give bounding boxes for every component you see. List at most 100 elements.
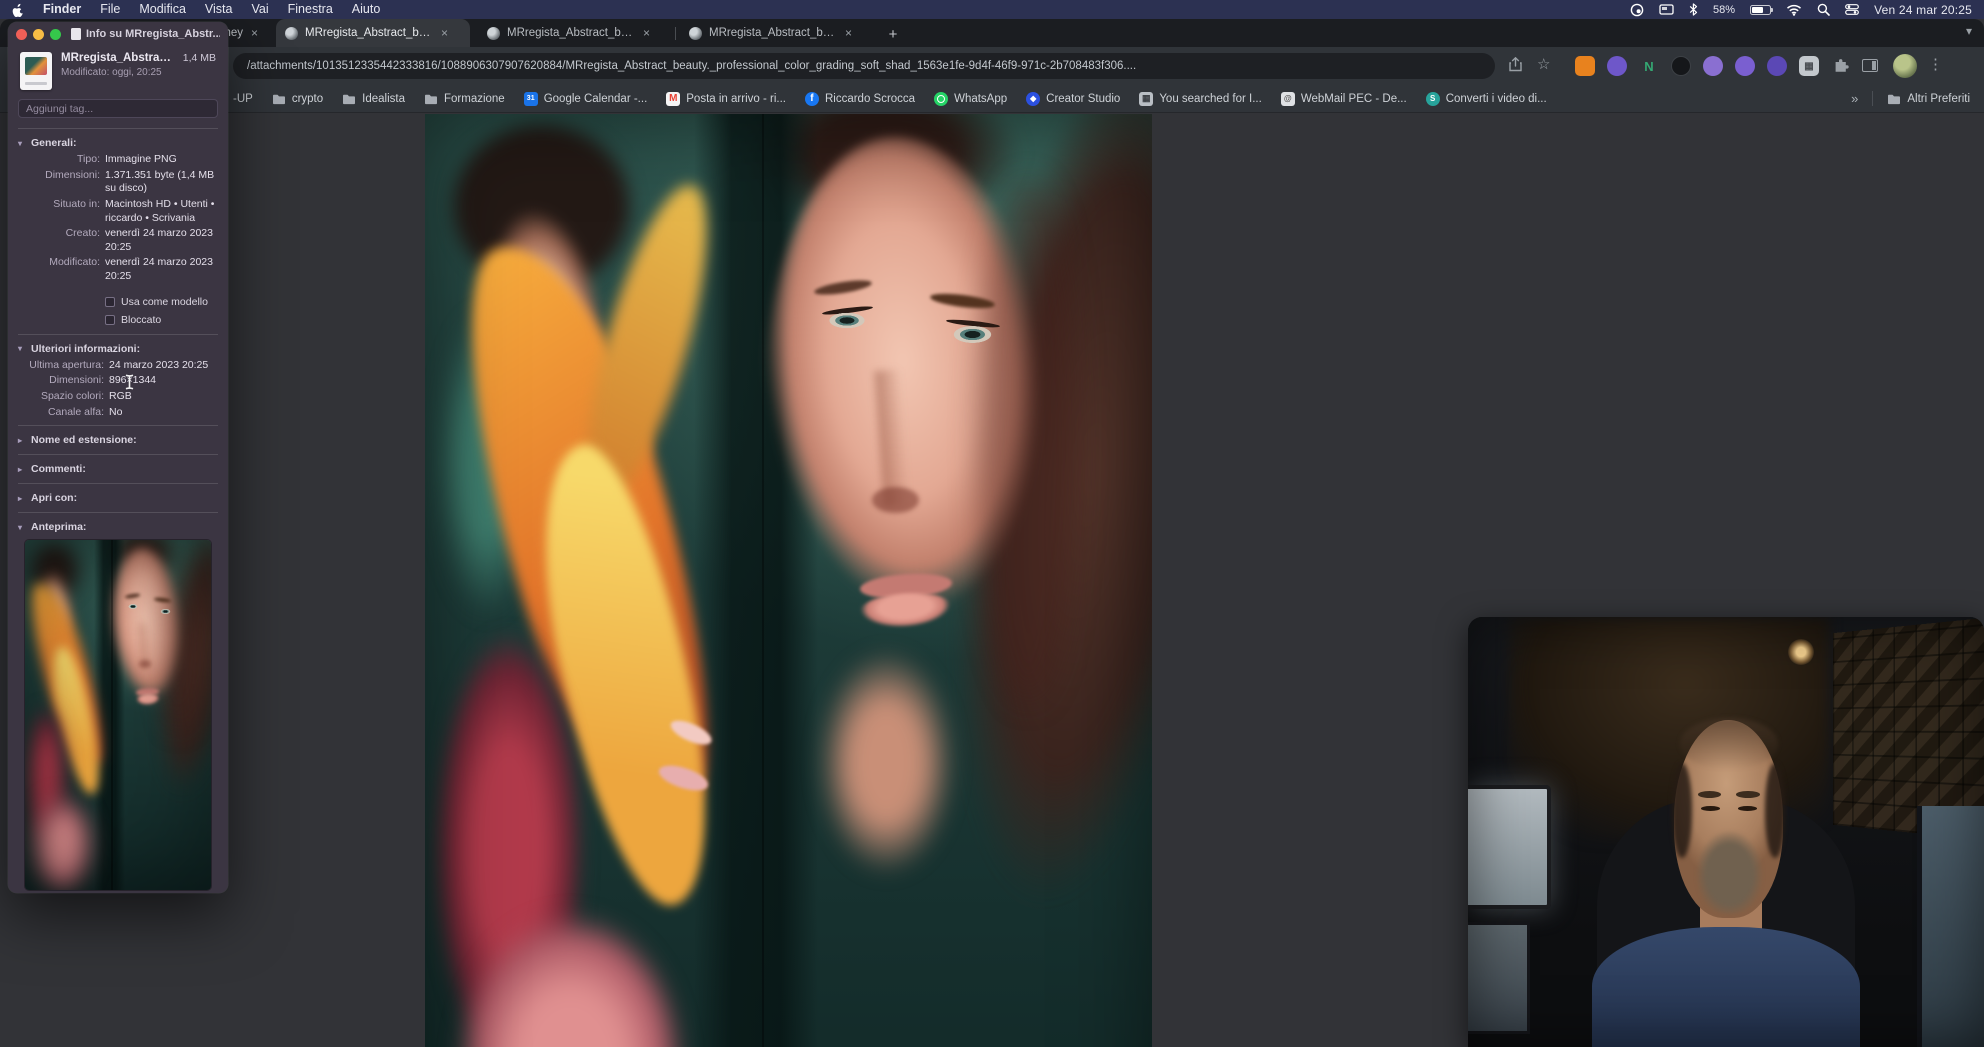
checkbox[interactable] (105, 314, 115, 325)
info-window-title: Info su MRregista_Abstr... (71, 28, 220, 40)
info-window-titlebar[interactable]: Info su MRregista_Abstr... (8, 22, 228, 46)
tab-label: MRregista_Abstract_beauty._ (507, 27, 635, 39)
checkbox-usa-come-modello[interactable]: Usa come modello (105, 296, 228, 308)
side-panel-icon[interactable] (1862, 59, 1878, 72)
extension-n-icon[interactable]: N (1639, 56, 1659, 76)
tab-close-icon[interactable]: × (440, 26, 449, 40)
tab-favicon (689, 26, 702, 40)
bookmark-webmail-pec[interactable]: @ WebMail PEC - De... (1280, 91, 1407, 106)
battery-icon[interactable] (1750, 4, 1774, 15)
tab-close-icon[interactable]: × (250, 26, 259, 40)
extension-blob-icon[interactable] (1767, 56, 1787, 76)
row-value: RGB (109, 390, 132, 403)
apple-menu-icon[interactable] (12, 3, 24, 17)
extension-cloud-icon[interactable] (1735, 56, 1755, 76)
menu-finder[interactable]: Finder (43, 0, 81, 19)
extension-metamask-icon[interactable] (1575, 56, 1595, 76)
close-button[interactable] (16, 28, 27, 40)
section-apri-con[interactable]: ▸ Apri con: (8, 489, 228, 507)
bookmark-other-favorites[interactable]: Altri Preferiti (1887, 92, 1970, 106)
extensions-puzzle-icon[interactable] (1833, 58, 1849, 74)
section-label: Apri con: (31, 492, 78, 505)
file-size: 1,4 MB (182, 52, 216, 64)
bluetooth-icon[interactable] (1689, 3, 1698, 16)
divider (18, 483, 218, 485)
divider (1872, 91, 1874, 106)
control-center-icon[interactable] (1845, 4, 1859, 15)
extension-dark-icon[interactable] (1671, 56, 1691, 76)
profile-avatar[interactable] (1893, 54, 1917, 78)
bookmark-folder-crypto[interactable]: crypto (272, 92, 323, 106)
tab-3[interactable]: MRregista_Abstract_beauty._ × (680, 19, 874, 47)
bookmark-item[interactable]: -UP (233, 93, 253, 105)
minimize-button[interactable] (33, 28, 44, 40)
info-window-title-text: Info su MRregista_Abstr... (86, 28, 220, 40)
zoom-button[interactable] (50, 28, 61, 40)
bookmark-whatsapp[interactable]: WhatsApp (934, 91, 1007, 106)
menu-vai[interactable]: Vai (251, 0, 268, 19)
webmail-icon: @ (1280, 91, 1295, 106)
extension-key-icon[interactable] (1703, 56, 1723, 76)
address-bar[interactable] (233, 53, 1495, 79)
bookmark-label: Idealista (362, 92, 405, 105)
row-value: 1.371.351 byte (1,4 MB su disco) (105, 168, 215, 195)
chevron-right-icon: ▸ (18, 493, 23, 503)
row-label: Spazio colori: (40, 390, 104, 403)
extension-grid-icon[interactable]: ▦ (1799, 56, 1819, 76)
chevron-down-icon: ▾ (18, 522, 23, 532)
checkbox[interactable] (105, 296, 115, 307)
bookmark-label: Converti i video di... (1445, 92, 1547, 105)
record-status-icon[interactable] (1630, 3, 1644, 17)
section-anteprima[interactable]: ▾ Anteprima: (8, 518, 228, 536)
tab-active[interactable]: MRregista_Abstract_beauty._ × (276, 19, 470, 47)
battery-percent: 58% (1713, 3, 1736, 16)
menu-aiuto[interactable]: Aiuto (352, 0, 381, 19)
checkbox-bloccato[interactable]: Bloccato (105, 314, 228, 326)
bookmark-star-icon[interactable]: ☆ (1537, 56, 1550, 74)
share-icon[interactable] (1509, 57, 1522, 72)
row-label: Modificato: (49, 256, 100, 269)
finder-info-window: Info su MRregista_Abstr... MRregista_Abs… (8, 22, 228, 893)
preview-artwork (25, 540, 211, 891)
row-label: Dimensioni: (45, 168, 100, 181)
bookmark-search-result[interactable]: ▦ You searched for I... (1139, 91, 1262, 106)
folder-icon (272, 92, 286, 106)
info-row: Dimensioni: 1.371.351 byte (1,4 MB su di… (8, 168, 228, 197)
menu-vista[interactable]: Vista (205, 0, 233, 19)
info-row: Canale alfa: No (8, 405, 228, 421)
section-generali[interactable]: ▾ Generali: (8, 134, 228, 152)
tab-2[interactable]: MRregista_Abstract_beauty._ × (478, 19, 672, 47)
spotlight-search-icon[interactable] (1817, 3, 1830, 16)
menu-modifica[interactable]: Modifica (139, 0, 186, 19)
bookmark-facebook[interactable]: f Riccardo Scrocca (804, 91, 915, 106)
bookmark-google-calendar[interactable]: 31 Google Calendar -... (523, 91, 647, 106)
new-tab-button[interactable]: + (882, 23, 904, 45)
divider (18, 333, 218, 335)
tab-close-icon[interactable]: × (844, 26, 853, 40)
bookmark-folder-idealista[interactable]: Idealista (342, 92, 405, 106)
tab-close-icon[interactable]: × (642, 26, 651, 40)
row-value: No (109, 405, 123, 418)
menu-finestra[interactable]: Finestra (288, 0, 333, 19)
bookmark-converti-video[interactable]: S Converti i video di... (1425, 91, 1547, 106)
menu-file[interactable]: File (100, 0, 120, 19)
bookmarks-overflow-icon[interactable]: » (1851, 91, 1858, 106)
google-calendar-icon: 31 (523, 91, 538, 106)
section-ulteriori-informazioni[interactable]: ▾ Ulteriori informazioni: (8, 340, 228, 358)
bookmark-creator-studio[interactable]: ◆ Creator Studio (1026, 91, 1120, 106)
display-icon[interactable] (1659, 3, 1674, 16)
menu-bar-clock[interactable]: Ven 24 mar 20:25 (1874, 3, 1972, 17)
browser-menu-dots-icon[interactable]: ⋮ (1928, 56, 1943, 74)
bookmark-label: Posta in arrivo - ri... (686, 92, 786, 105)
desktop: Finder File Modifica Vista Vai Finestra … (0, 0, 1984, 1047)
tab-overflow-chevron-icon[interactable]: ▾ (1966, 24, 1972, 38)
section-nome-ed-estensione[interactable]: ▸ Nome ed estensione: (8, 431, 228, 449)
wifi-icon[interactable] (1786, 4, 1802, 16)
section-commenti[interactable]: ▸ Commenti: (8, 460, 228, 478)
tags-input[interactable] (18, 99, 218, 118)
facebook-icon: f (804, 91, 819, 106)
bookmark-gmail-inbox[interactable]: M Posta in arrivo - ri... (666, 91, 786, 106)
file-name: MRregista_Abstract_b... (61, 52, 177, 64)
extension-purple-icon[interactable] (1607, 56, 1627, 76)
bookmark-folder-formazione[interactable]: Formazione (424, 92, 505, 106)
